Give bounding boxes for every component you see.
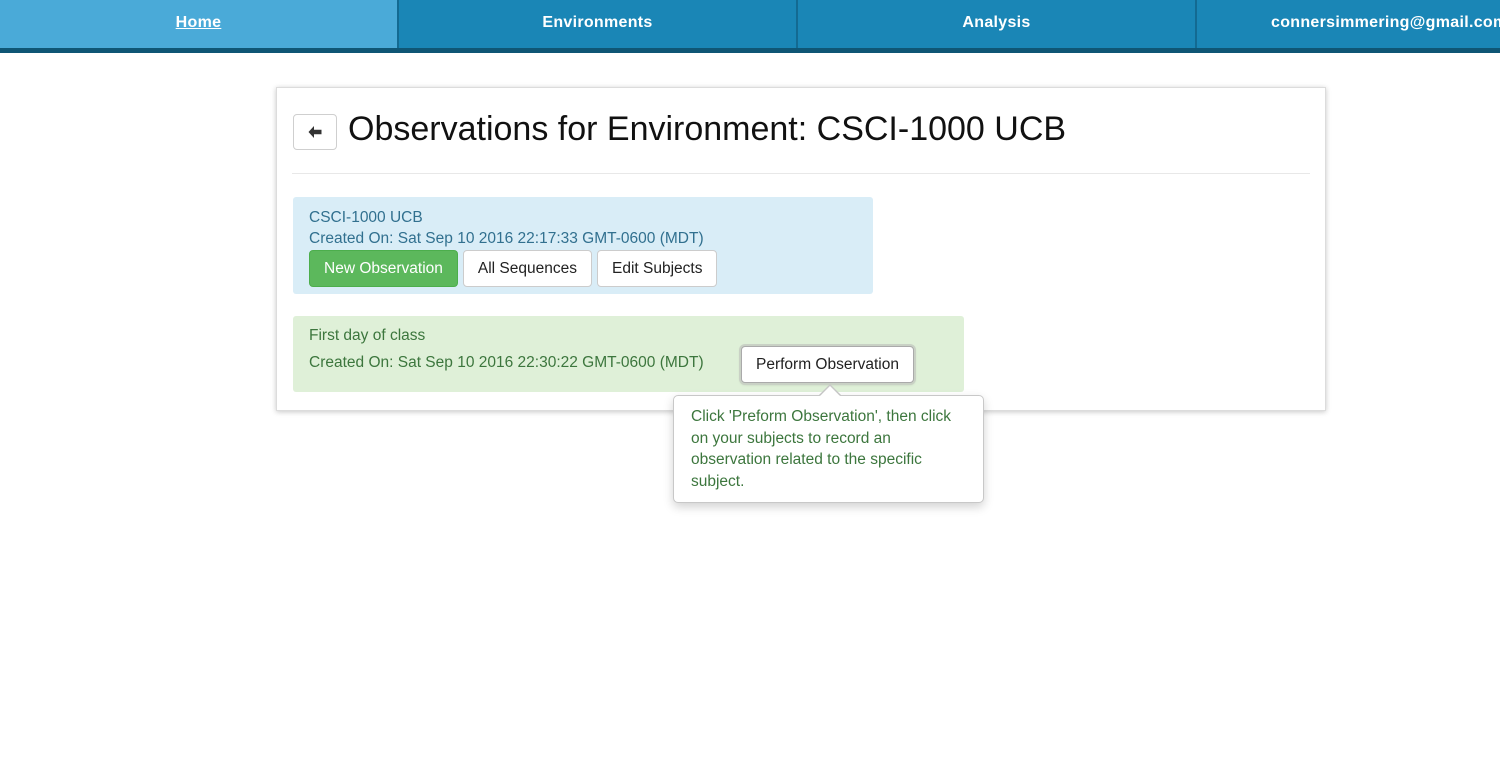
observation-created: Created On: Sat Sep 10 2016 22:30:22 GMT… [309,354,704,371]
environment-name: CSCI-1000 UCB [309,209,423,226]
nav-environments[interactable]: Environments [399,0,798,48]
popover-text: Click 'Preform Observation', then click … [691,408,952,490]
nav-home[interactable]: Home [0,0,399,48]
title-divider [292,173,1310,174]
back-button[interactable] [293,114,337,150]
help-popover: Click 'Preform Observation', then click … [673,395,984,503]
perform-observation-button[interactable]: Perform Observation [741,346,914,383]
edit-subjects-button[interactable]: Edit Subjects [596,250,718,287]
observation-card: First day of class Created On: Sat Sep 1… [293,316,964,392]
top-navbar: Home Environments Analysis connersimmeri… [0,0,1500,53]
arrow-left-icon [308,126,322,138]
popover-arrow-inner [820,386,840,396]
observations-panel: Observations for Environment: CSCI-1000 … [276,87,1326,411]
environment-card: CSCI-1000 UCB Created On: Sat Sep 10 201… [293,197,873,294]
page-title: Observations for Environment: CSCI-1000 … [348,110,1067,148]
observation-name: First day of class [309,327,426,344]
environment-actions: New Observation All Sequences Edit Subje… [309,250,857,287]
new-observation-button[interactable]: New Observation [309,250,458,287]
nav-analysis[interactable]: Analysis [798,0,1197,48]
all-sequences-button[interactable]: All Sequences [462,250,592,287]
nav-user-email[interactable]: connersimmering@gmail.com [1197,0,1500,48]
environment-created: Created On: Sat Sep 10 2016 22:17:33 GMT… [309,230,704,247]
